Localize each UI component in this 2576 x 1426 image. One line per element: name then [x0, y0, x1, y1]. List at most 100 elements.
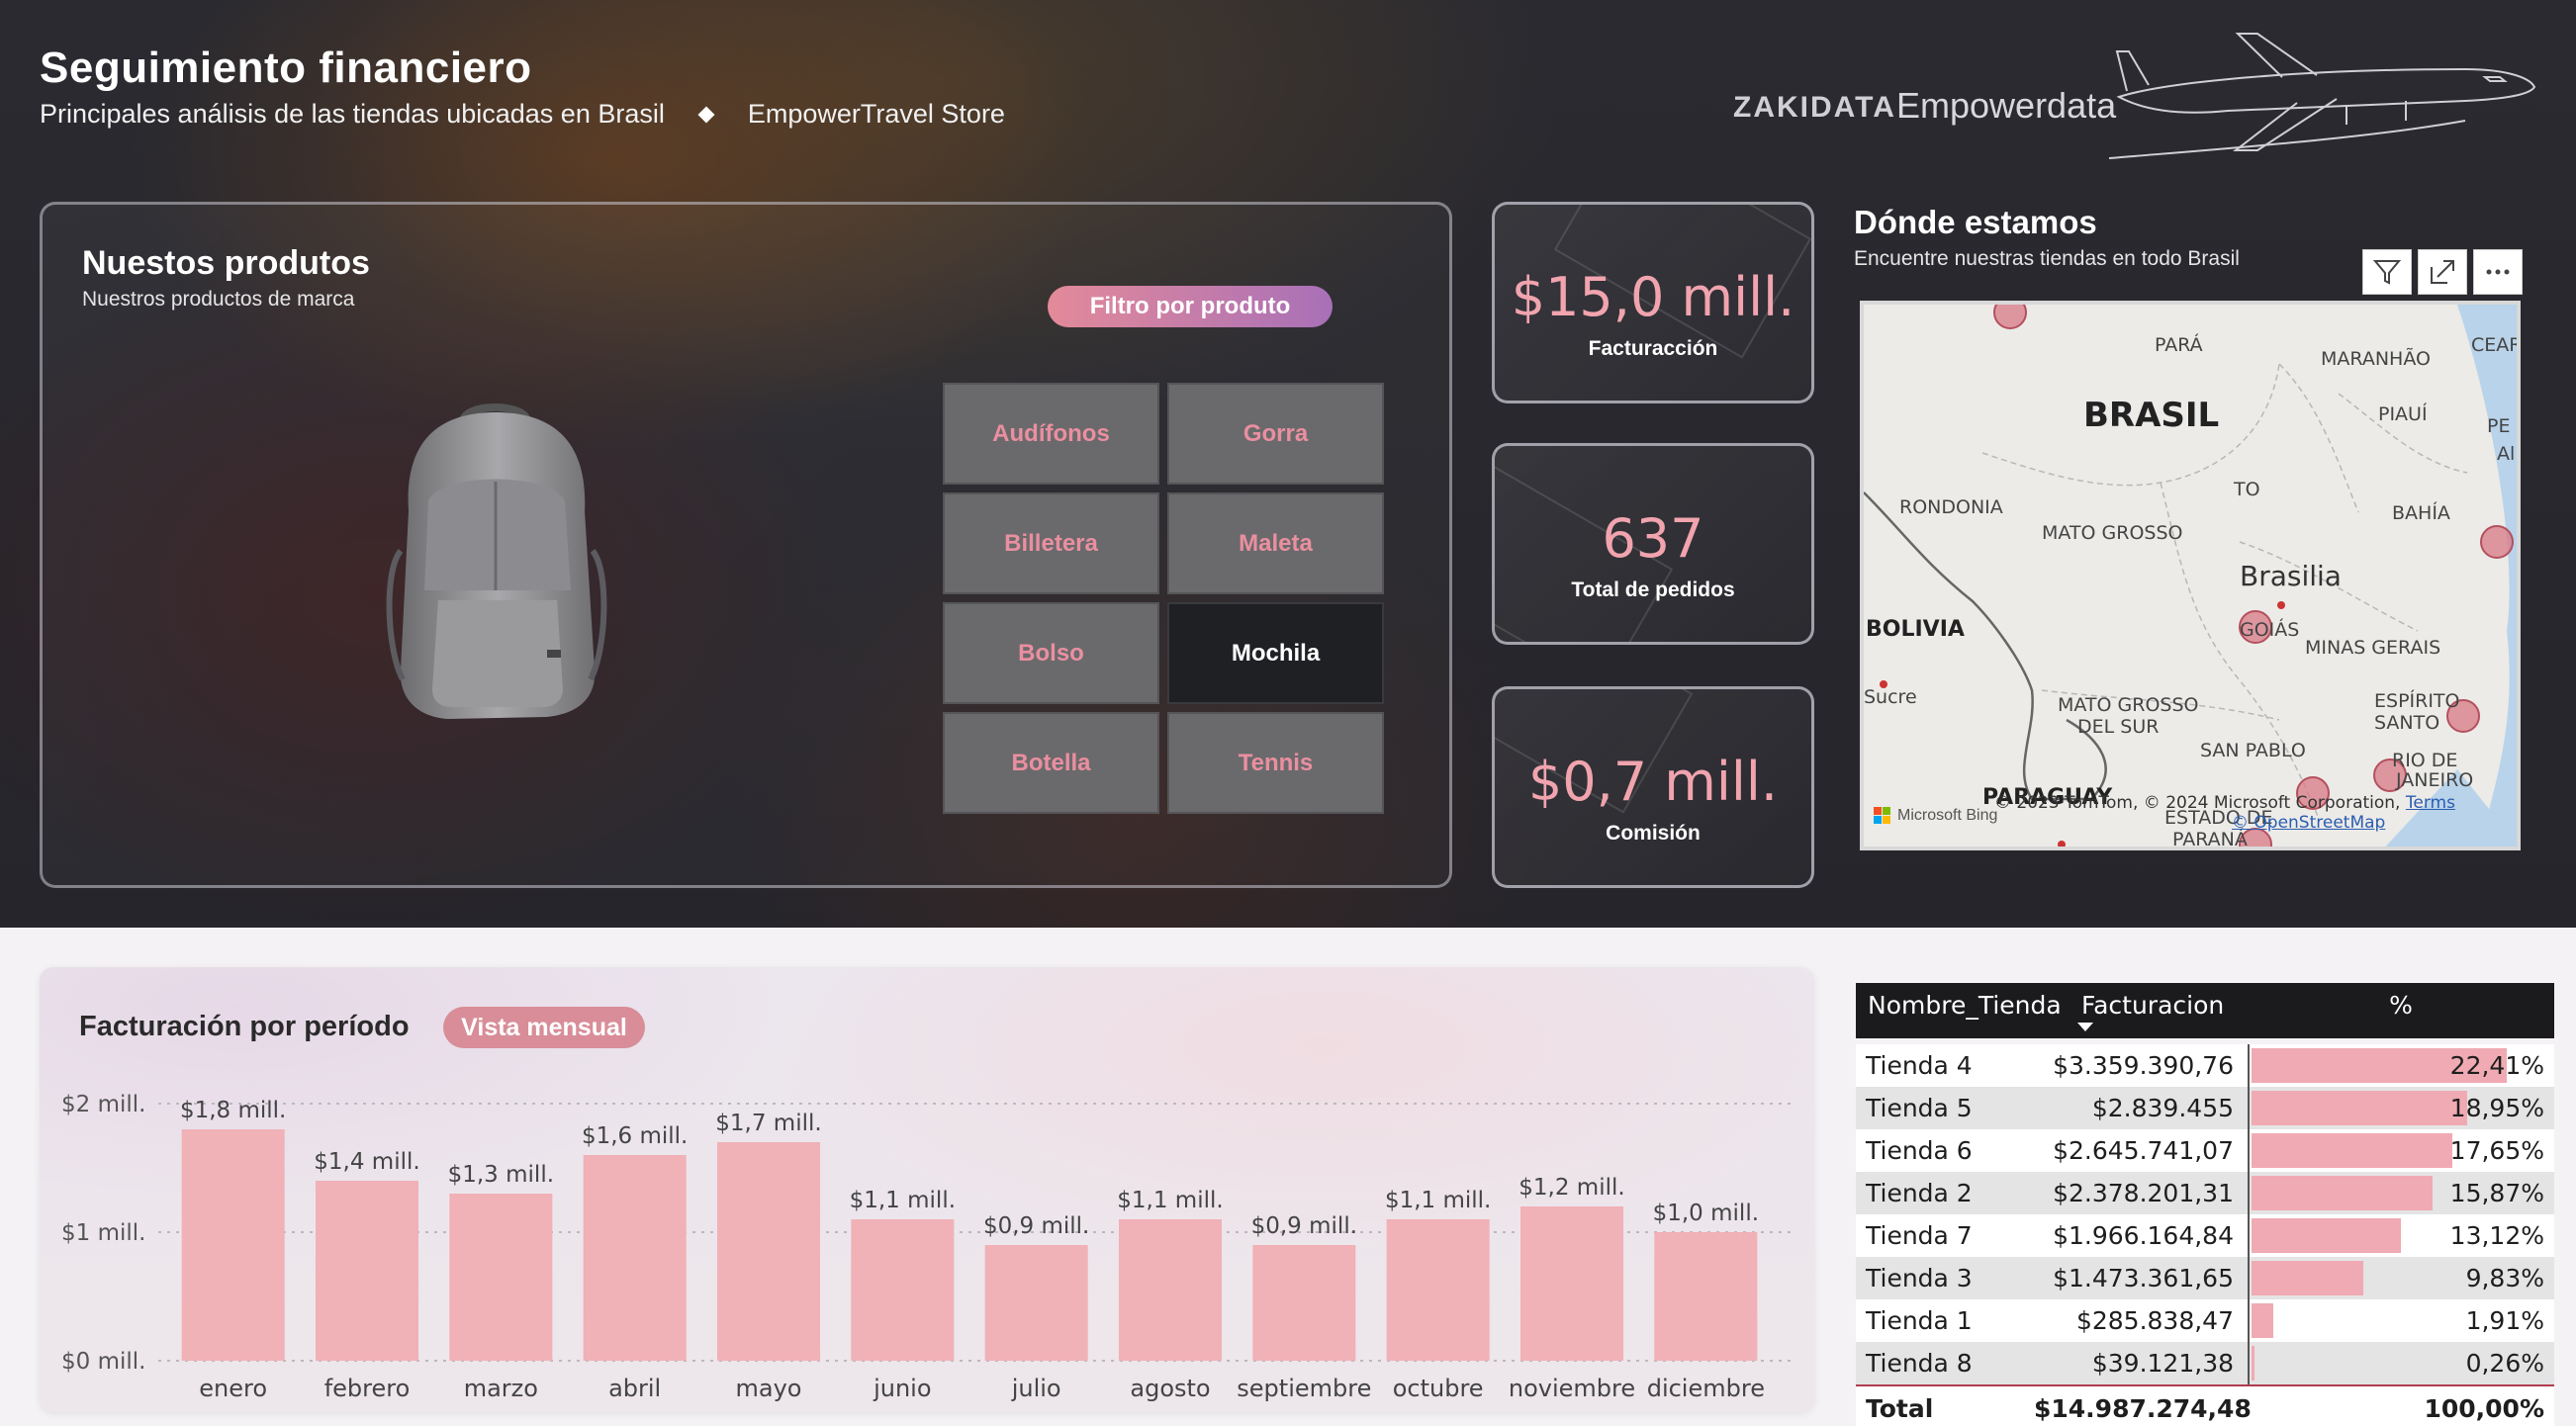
backpack-image [386, 403, 607, 719]
store-name: Tienda 3 [1866, 1264, 1973, 1292]
revenue-value: $39.121,38 [2091, 1349, 2234, 1378]
percent-bar [2252, 1133, 2453, 1168]
percent-cell: 22,41% [2248, 1044, 2554, 1087]
bar-chart: $0 mill. $1 mill. $2 mill. $1,8 mill. enero $… [61, 1092, 1791, 1402]
store-name: Tienda 8 [1866, 1349, 1973, 1378]
column-header-percent[interactable]: % [2248, 983, 2554, 1038]
map-label: MATO GROSSO [2058, 694, 2199, 716]
bar-agosto [1119, 1219, 1222, 1361]
table-row[interactable]: Tienda 6 $2.645.741,07 17,65% [1856, 1129, 2554, 1172]
kpi-value: 637 [1602, 507, 1704, 570]
osm-link[interactable]: © OpenStreetMap [1994, 813, 2385, 833]
product-option[interactable]: Mochila [1167, 602, 1384, 704]
map-label: RONDONIA [1899, 496, 2003, 518]
product-option[interactable]: Audífonos [943, 383, 1159, 485]
table-header: Nombre_Tienda Facturacion % [1856, 983, 2554, 1038]
product-option[interactable]: Botella [943, 712, 1159, 814]
map-label: TO [2234, 479, 2260, 500]
percent-cell: 0,26% [2248, 1342, 2554, 1384]
terms-link[interactable]: Terms [2406, 793, 2455, 813]
table-row[interactable]: Tienda 4 $3.359.390,76 22,41% [1856, 1044, 2554, 1087]
diamond-icon [697, 106, 715, 123]
x-tick-label: enero [199, 1375, 267, 1402]
product-option[interactable]: Gorra [1167, 383, 1384, 485]
table-total-row: Total $14.987.274,48 100,00% [1856, 1384, 2554, 1426]
data-label: $1,1 mill. [1385, 1188, 1491, 1213]
products-panel: Nuestos produtos Nuestros productos de m… [40, 202, 1452, 888]
percent-cell: 18,95% [2248, 1087, 2554, 1129]
data-label: $1,6 mill. [582, 1123, 688, 1149]
company-name: ZAKIDATA [1733, 91, 1896, 124]
map-subtitle: Encuentre nuestras tiendas en todo Brasi… [1854, 247, 2240, 270]
data-label: $1,1 mill. [1117, 1188, 1223, 1213]
product-slicer: Audífonos Gorra Billetera Maleta Bolso Mochil… [943, 383, 1384, 816]
table-row[interactable]: Tienda 5 $2.839.455 18,95% [1856, 1087, 2554, 1129]
y-tick-label: $0 mill. [61, 1349, 145, 1375]
percent-value: 13,12% [2449, 1221, 2544, 1250]
total-value: $14.987.274,48 [2034, 1393, 2252, 1423]
map-label: GOIÁS [2240, 619, 2300, 641]
percent-bar [2252, 1261, 2364, 1295]
kpi-value: $0,7 mill. [1527, 751, 1779, 813]
product-name: Empowerdata [1896, 85, 2117, 126]
table-row[interactable]: Tienda 1 $285.838,47 1,91% [1856, 1299, 2554, 1342]
store-name: Tienda 5 [1866, 1094, 1973, 1122]
total-label: Total [1866, 1393, 1934, 1423]
map-label: ESPÍRITO SANTO [2374, 690, 2460, 734]
x-tick-label: octubre [1393, 1375, 1484, 1402]
y-tick-label: $1 mill. [61, 1220, 145, 1246]
map-visual[interactable]: PARÁ MARANHÃO CEARÁ BRASIL PIAUÍ PE Al T… [1860, 301, 2521, 850]
store-name: EmpowerTravel Store [747, 99, 1005, 129]
kpi-value: $15,0 mill. [1511, 266, 1795, 328]
table-row[interactable]: Tienda 3 $1.473.361,65 9,83% [1856, 1257, 2554, 1299]
more-icon [2486, 269, 2510, 275]
map-label: BOLIVIA [1866, 617, 1965, 642]
x-tick-label: febrero [324, 1375, 411, 1402]
bar-septiembre [1252, 1245, 1356, 1361]
more-options-button[interactable] [2473, 249, 2523, 295]
kpi-label: Total de pedidos [1571, 579, 1735, 601]
map-label: PARÁ [2155, 334, 2203, 356]
y-tick-label: $2 mill. [61, 1092, 145, 1117]
bar-enero [181, 1129, 285, 1361]
filter-button[interactable] [2362, 249, 2412, 295]
map-label: CEARÁ [2471, 334, 2521, 356]
percent-value: 22,41% [2449, 1051, 2544, 1080]
percent-cell: 9,83% [2248, 1257, 2554, 1299]
percent-value: 17,65% [2449, 1136, 2544, 1165]
column-header-store[interactable]: Nombre_Tienda [1856, 983, 2070, 1038]
percent-value: 15,87% [2449, 1179, 2544, 1207]
percent-value: 1,91% [2465, 1306, 2544, 1335]
table-row[interactable]: Tienda 2 $2.378.201,31 15,87% [1856, 1172, 2554, 1214]
table-row[interactable]: Tienda 7 $1.966.164,84 13,12% [1856, 1214, 2554, 1257]
revenue-value: $1.966.164,84 [2053, 1221, 2234, 1250]
table-row[interactable]: Tienda 8 $39.121,38 0,26% [1856, 1342, 2554, 1384]
column-header-revenue[interactable]: Facturacion [2070, 983, 2248, 1038]
store-name: Tienda 1 [1866, 1306, 1973, 1335]
product-option[interactable]: Tennis [1167, 712, 1384, 814]
store-revenue-table: Nombre_Tienda Facturacion % Tienda 4 $3.3… [1856, 983, 2554, 1426]
revenue-value: $2.839.455 [2091, 1094, 2234, 1122]
percent-cell: 1,91% [2248, 1299, 2554, 1342]
map-label: Al [2497, 443, 2516, 465]
percent-cell: 17,65% [2248, 1129, 2554, 1172]
percent-cell: 13,12% [2248, 1214, 2554, 1257]
product-option[interactable]: Bolso [943, 602, 1159, 704]
data-label: $1,7 mill. [715, 1111, 821, 1136]
percent-cell: 15,87% [2248, 1172, 2554, 1214]
filter-icon [2372, 260, 2402, 285]
bing-logo: Microsoft Bing [1874, 807, 1997, 825]
x-tick-label: noviembre [1509, 1375, 1635, 1402]
percent-bar [2252, 1346, 2254, 1381]
revenue-value: $285.838,47 [2075, 1306, 2234, 1335]
store-name: Tienda 6 [1866, 1136, 1973, 1165]
product-option[interactable]: Maleta [1167, 492, 1384, 594]
map-label: BRASIL [2083, 396, 2220, 435]
products-subtitle: Nuestros productos de marca [82, 288, 355, 311]
table-body: Tienda 4 $3.359.390,76 22,41% Tienda 5 $2.83… [1856, 1044, 2554, 1384]
product-option[interactable]: Billetera [943, 492, 1159, 594]
data-label: $0,9 mill. [983, 1213, 1089, 1239]
focus-mode-button[interactable] [2418, 249, 2467, 295]
map-attribution: © 2023 TomTom, © 2024 Microsoft Corporat… [1994, 793, 2455, 833]
product-filter-label: Filtro por produto [1048, 286, 1333, 327]
